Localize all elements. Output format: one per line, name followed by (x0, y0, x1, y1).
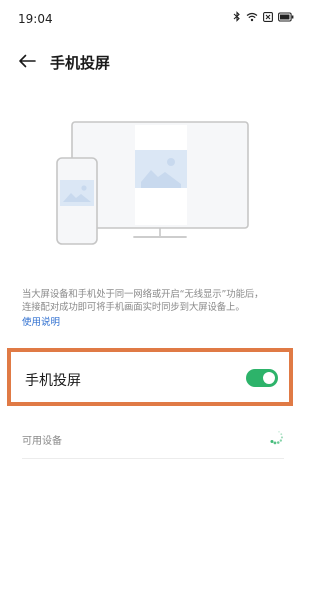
monitor-graphic (71, 121, 249, 238)
spinner-dot (278, 431, 280, 433)
description-line: 当大屏设备和手机处于同一网络或开启“无线显示”功能后， (22, 289, 264, 300)
help-link[interactable]: 使用说明 (22, 314, 60, 328)
description-text: 当大屏设备和手机处于同一网络或开启“无线显示”功能后， 连接配对成功即可将手机画… (22, 288, 290, 314)
screen-mirroring-label: 手机投屏 (25, 373, 81, 389)
screen-mirroring-row[interactable]: 手机投屏 (7, 348, 293, 406)
spinner-dot (276, 441, 280, 444)
app-header: 手机投屏 (0, 44, 306, 80)
back-button[interactable] (14, 50, 40, 74)
section-divider (22, 458, 284, 459)
spinner-dot (273, 441, 277, 445)
spinner-dot (279, 439, 283, 442)
available-devices-label: 可用设备 (22, 436, 62, 447)
sim-card-icon (263, 11, 273, 22)
loading-spinner-icon (268, 429, 284, 445)
description-line: 连接配对成功即可将手机画面实时同步到大屏设备上。 (22, 302, 245, 313)
screen-mirror-illustration (55, 118, 255, 248)
screen-mirroring-toggle[interactable] (246, 369, 278, 387)
page-title: 手机投屏 (50, 54, 111, 72)
spinner-dot (280, 436, 284, 439)
wifi-icon (246, 12, 258, 22)
status-bar: 19:04 (0, 0, 306, 36)
spinner-dot (280, 433, 283, 436)
phone-graphic (56, 157, 98, 245)
battery-icon (278, 11, 294, 22)
status-icons (233, 11, 294, 22)
spinner-dot (270, 439, 274, 443)
arrow-left-icon (18, 53, 36, 72)
status-time: 19:04 (18, 12, 53, 26)
bluetooth-icon (233, 11, 241, 22)
toggle-knob (263, 372, 275, 384)
